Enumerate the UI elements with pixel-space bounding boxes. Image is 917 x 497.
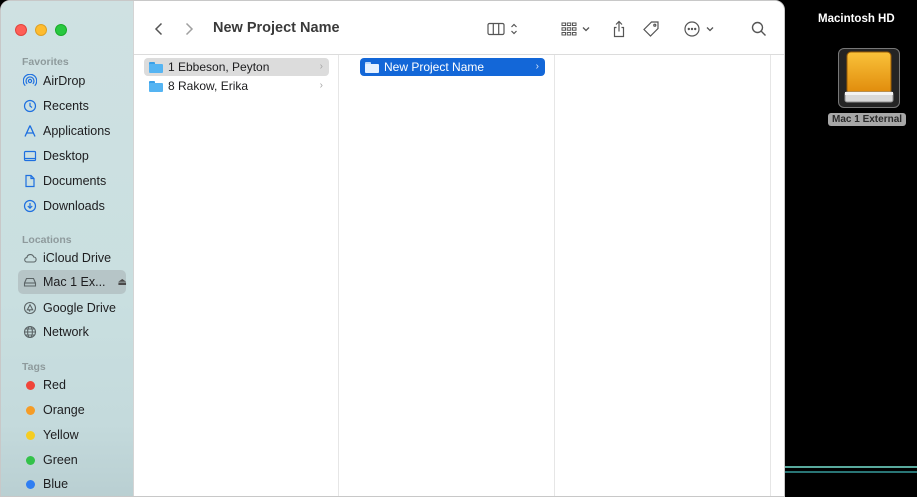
back-button[interactable] xyxy=(150,18,168,40)
sidebar-item-desktop[interactable]: Desktop xyxy=(18,144,126,168)
desktop-icon xyxy=(23,149,37,163)
sidebar-tag-yellow[interactable]: Yellow xyxy=(18,423,126,447)
folder-name: 8 Rakow, Erika xyxy=(168,79,249,93)
column-divider[interactable] xyxy=(554,55,555,496)
chevron-down-icon xyxy=(706,27,714,32)
search-button[interactable] xyxy=(749,18,769,40)
desktop-volume-label: Macintosh HD xyxy=(818,13,895,25)
desktop-drive-label: Mac 1 External xyxy=(828,113,907,126)
folder-name: New Project Name xyxy=(384,60,485,74)
sidebar-item-label: Downloads xyxy=(43,199,105,213)
airdrop-icon xyxy=(23,74,37,88)
sidebar-item-google-drive[interactable]: Google Drive xyxy=(18,296,126,320)
sidebar-item-label: Red xyxy=(43,378,66,392)
desktop-drive-icon[interactable] xyxy=(838,48,900,108)
sidebar-item-label: Recents xyxy=(43,99,89,113)
sidebar-item-label: Applications xyxy=(43,124,111,138)
locations-section-title: Locations xyxy=(22,234,72,246)
tag-button[interactable] xyxy=(641,18,661,40)
desktop-glow-line xyxy=(785,466,917,468)
chevron-right-icon: › xyxy=(319,80,323,91)
group-by-button[interactable] xyxy=(558,18,594,40)
up-down-chevron-icon xyxy=(511,23,517,35)
folder-icon xyxy=(365,61,379,73)
sidebar-item-label: Mac 1 Ex... xyxy=(43,275,106,289)
sidebar-tag-red[interactable]: Red xyxy=(18,373,126,397)
more-actions-button[interactable] xyxy=(679,18,719,40)
column-divider[interactable] xyxy=(770,55,771,496)
document-icon xyxy=(23,174,37,188)
list-item-folder[interactable]: 1 Ebbeson, Peyton › xyxy=(144,58,329,76)
sidebar-item-label: Documents xyxy=(43,174,107,188)
sidebar-item-documents[interactable]: Documents xyxy=(18,169,126,193)
sidebar-item-network[interactable]: Network xyxy=(18,320,126,344)
list-item-folder[interactable]: New Project Name › xyxy=(360,58,545,76)
chevron-down-icon xyxy=(582,27,590,32)
chevron-right-icon: › xyxy=(319,61,323,72)
folder-name: 1 Ebbeson, Peyton xyxy=(168,60,270,74)
chevron-right-icon xyxy=(185,22,194,36)
window-title: New Project Name xyxy=(213,20,340,36)
column-browser: 1 Ebbeson, Peyton › 8 Rakow, Erika › New… xyxy=(134,55,784,496)
blue-tag-dot xyxy=(26,479,35,489)
desktop-glow-line xyxy=(785,471,917,473)
tags-section-title: Tags xyxy=(22,361,46,373)
clock-icon xyxy=(23,99,37,113)
share-icon xyxy=(613,20,625,38)
share-button[interactable] xyxy=(610,18,628,40)
sidebar-item-label: Yellow xyxy=(43,428,79,442)
zoom-button[interactable] xyxy=(55,24,67,36)
sidebar-item-label: Green xyxy=(43,453,78,467)
cloud-icon xyxy=(23,251,37,265)
sidebar: Favorites AirDrop Recents Applications D… xyxy=(1,1,134,496)
chevron-right-icon: › xyxy=(535,61,539,72)
toolbar: New Project Name xyxy=(134,1,784,55)
orange-tag-dot xyxy=(26,405,35,415)
sidebar-item-label: Desktop xyxy=(43,149,89,163)
sidebar-item-applications[interactable]: Applications xyxy=(18,119,126,143)
sidebar-item-recents[interactable]: Recents xyxy=(18,94,126,118)
network-icon xyxy=(23,325,37,339)
external-drive-icon xyxy=(23,275,37,289)
folder-icon xyxy=(149,61,163,73)
sidebar-item-label: iCloud Drive xyxy=(43,251,112,265)
favorites-section-title: Favorites xyxy=(22,56,69,68)
sidebar-tag-orange[interactable]: Orange xyxy=(18,398,126,422)
finder-window: Favorites AirDrop Recents Applications D… xyxy=(0,0,785,497)
columns-view-icon xyxy=(487,22,505,36)
sidebar-tag-blue[interactable]: Blue xyxy=(18,472,126,496)
google-drive-icon xyxy=(23,301,37,315)
sidebar-item-icloud-drive[interactable]: iCloud Drive xyxy=(18,246,126,270)
sidebar-item-label: Blue xyxy=(43,477,69,491)
red-tag-dot xyxy=(26,380,35,390)
download-icon xyxy=(23,199,37,213)
sidebar-item-mac-1-external[interactable]: Mac 1 Ex... ⏏ xyxy=(18,270,127,294)
sidebar-item-label: AirDrop xyxy=(43,74,86,88)
sidebar-item-label: Orange xyxy=(43,403,85,417)
forward-button[interactable] xyxy=(180,18,198,40)
minimize-button[interactable] xyxy=(35,24,47,36)
sidebar-item-label: Google Drive xyxy=(43,301,116,315)
sidebar-item-airdrop[interactable]: AirDrop xyxy=(18,69,126,93)
grid-icon xyxy=(561,22,577,36)
external-drive-icon xyxy=(844,51,894,103)
close-button[interactable] xyxy=(15,24,27,36)
yellow-tag-dot xyxy=(26,430,35,440)
ellipsis-circle-icon xyxy=(684,21,700,37)
search-icon xyxy=(751,21,766,36)
tag-icon xyxy=(643,21,659,37)
sidebar-tag-green[interactable]: Green xyxy=(18,448,126,472)
view-mode-button[interactable] xyxy=(483,18,523,40)
eject-icon[interactable]: ⏏ xyxy=(118,277,127,288)
folder-icon xyxy=(149,80,163,92)
column-divider[interactable] xyxy=(338,55,339,496)
applications-icon xyxy=(23,124,37,138)
sidebar-item-label: Network xyxy=(43,325,89,339)
chevron-left-icon xyxy=(154,22,163,36)
green-tag-dot xyxy=(26,455,35,465)
window-controls xyxy=(15,24,67,36)
list-item-folder[interactable]: 8 Rakow, Erika › xyxy=(144,77,329,95)
sidebar-item-downloads[interactable]: Downloads xyxy=(18,194,126,218)
